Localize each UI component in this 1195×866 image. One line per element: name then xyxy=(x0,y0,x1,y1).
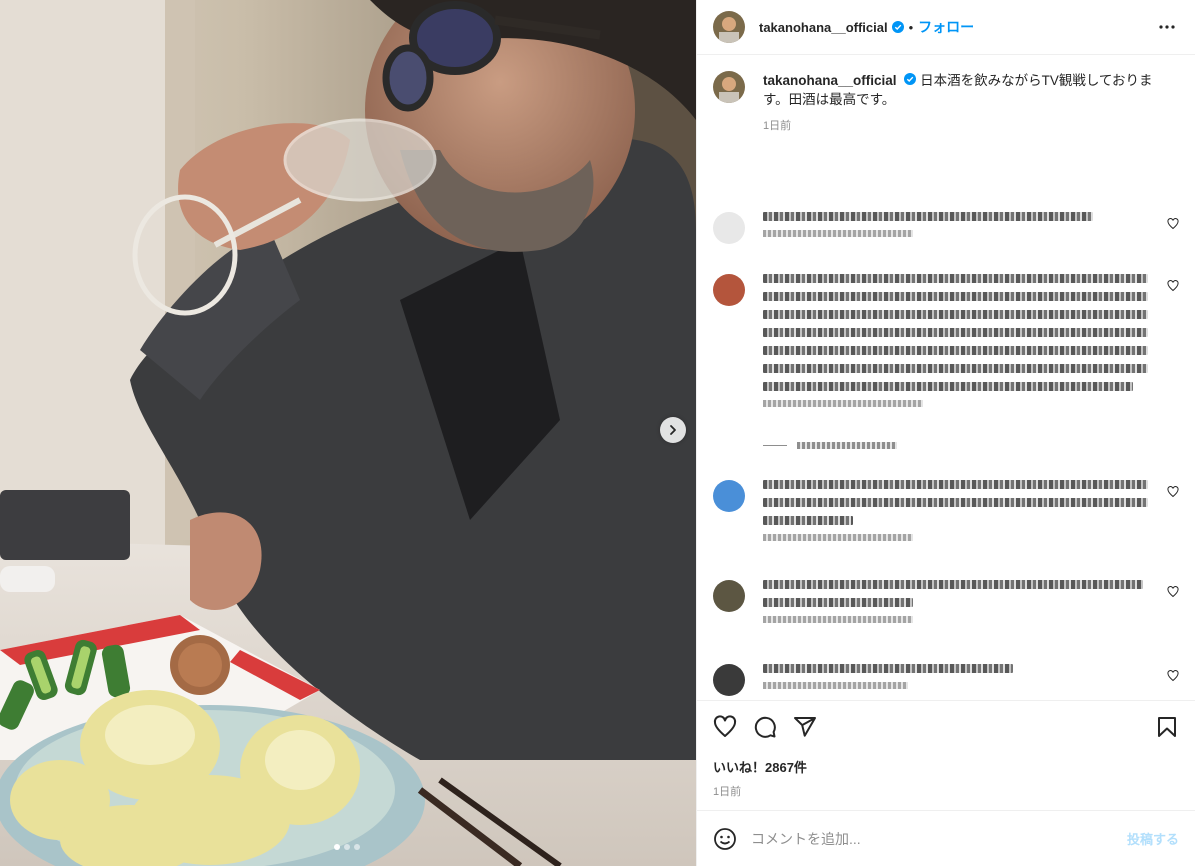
follow-button[interactable]: フォロー xyxy=(918,17,974,37)
comment-body-obscured xyxy=(763,274,1153,407)
instagram-post: takanohana__official • フォロー takanohana__… xyxy=(0,0,1195,866)
avatar[interactable] xyxy=(713,480,745,512)
username[interactable]: takanohana__official xyxy=(759,20,888,35)
avatar[interactable] xyxy=(713,212,745,244)
next-slide-button[interactable] xyxy=(660,417,686,443)
verified-badge-icon xyxy=(891,21,904,33)
post-time[interactable]: 1日前 xyxy=(713,783,1179,799)
avatar[interactable] xyxy=(713,71,745,103)
photo-scene xyxy=(0,0,696,866)
add-comment-bar: 投稿する xyxy=(697,810,1195,866)
comment-body-obscured xyxy=(763,212,1153,244)
bookmark-icon[interactable] xyxy=(1155,715,1179,739)
heart-icon[interactable] xyxy=(713,715,737,739)
avatar[interactable] xyxy=(713,274,745,306)
comment-body-obscured xyxy=(763,664,1153,696)
comment-body-obscured xyxy=(763,480,1153,541)
action-bar: いいね！2867件 1日前 xyxy=(697,700,1195,810)
more-options-icon[interactable] xyxy=(1155,15,1179,39)
comment-like-icon[interactable] xyxy=(1167,670,1179,682)
post-photo xyxy=(0,0,696,866)
comment-like-icon[interactable] xyxy=(1167,486,1179,498)
carousel-indicator xyxy=(334,844,360,850)
comment-item xyxy=(713,480,1179,541)
avatar[interactable] xyxy=(713,664,745,696)
comment-like-icon[interactable] xyxy=(1167,218,1179,230)
comment-item xyxy=(713,664,1179,696)
comment-body-obscured xyxy=(763,580,1153,623)
avatar[interactable] xyxy=(713,11,745,43)
avatar[interactable] xyxy=(713,580,745,612)
comment-item xyxy=(713,580,1179,623)
caption: takanohana__official 日本酒を飲みながらTV観戦しております… xyxy=(713,71,1179,136)
carousel-dot xyxy=(344,844,350,850)
comment-icon[interactable] xyxy=(753,715,777,739)
comment-item xyxy=(713,212,1179,244)
carousel-dot xyxy=(334,844,340,850)
comments-section[interactable]: takanohana__official 日本酒を飲みながらTV観戦しております… xyxy=(697,55,1195,700)
verified-badge-icon xyxy=(904,73,917,85)
comment-item xyxy=(713,274,1179,407)
comment-like-icon[interactable] xyxy=(1167,280,1179,292)
caption-username[interactable]: takanohana__official xyxy=(763,73,897,88)
separator-dot: • xyxy=(908,19,914,35)
post-header: takanohana__official • フォロー xyxy=(697,0,1195,55)
carousel-dot xyxy=(354,844,360,850)
post-comment-button[interactable]: 投稿する xyxy=(1127,829,1179,848)
chevron-right-icon xyxy=(670,425,676,435)
share-icon[interactable] xyxy=(793,715,817,739)
comment-input[interactable] xyxy=(751,830,1127,847)
emoji-icon[interactable] xyxy=(713,827,737,851)
view-replies-link[interactable] xyxy=(763,442,897,449)
caption-time: 1日前 xyxy=(763,120,792,132)
likes-count[interactable]: いいね！2867件 xyxy=(713,757,1179,776)
post-info-panel: takanohana__official • フォロー takanohana__… xyxy=(696,0,1195,866)
comment-like-icon[interactable] xyxy=(1167,586,1179,598)
